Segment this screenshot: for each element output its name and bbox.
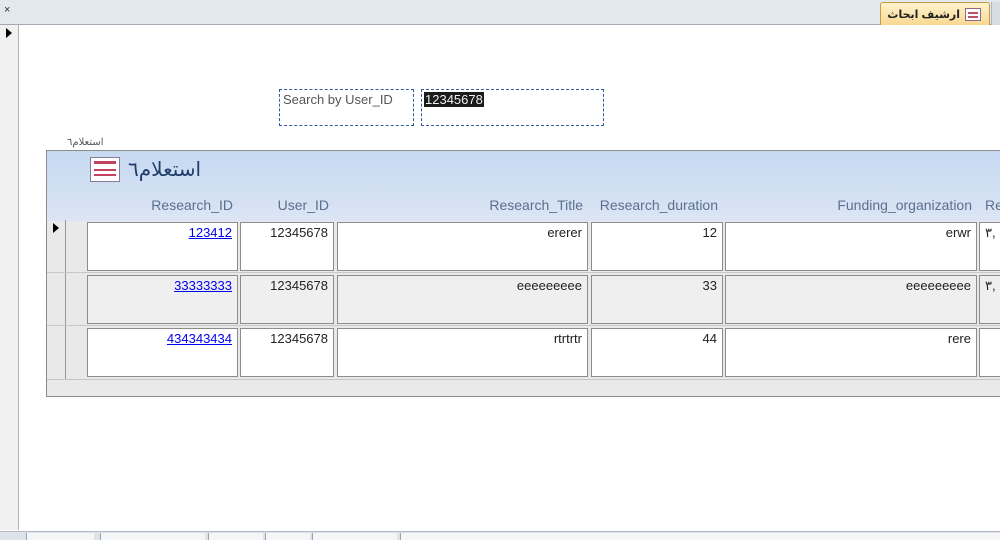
record-number-box[interactable] <box>26 533 94 540</box>
research-duration-cell[interactable]: 44 <box>591 328 723 377</box>
form-icon <box>965 7 981 21</box>
subform-title-text: استعلام٦ <box>128 159 202 181</box>
funding-organization-cell[interactable]: eeeeeeeee <box>725 275 977 324</box>
user-id-cell[interactable]: 12345678 <box>240 275 334 324</box>
user-id-cell[interactable]: 12345678 <box>240 222 334 271</box>
document-tab-label: ارشيف ابحاث <box>887 8 960 21</box>
funding-organization-cell[interactable]: erwr <box>725 222 977 271</box>
filter-indicator[interactable] <box>100 533 205 540</box>
table-row: 123412 12345678 ererer 12 erwr ٣, <box>47 220 1000 273</box>
column-header-funding-organization: Funding_organization <box>837 197 972 213</box>
next-column-cell[interactable]: ٣, <box>979 275 1000 324</box>
form-icon <box>90 157 120 182</box>
horizontal-scrollbar[interactable] <box>400 533 1000 540</box>
current-record-arrow-icon <box>6 28 12 38</box>
research-duration-cell[interactable]: 33 <box>591 275 723 324</box>
row-selector[interactable] <box>48 273 66 326</box>
research-id-cell[interactable]: 434343434 <box>87 328 238 377</box>
table-row: 434343434 12345678 rtrtrtr 44 rere <box>47 326 1000 379</box>
column-header-next: Re <box>985 197 1000 213</box>
column-header-research-id: Research_ID <box>151 197 233 213</box>
document-tab[interactable]: ارشيف ابحاث <box>880 2 990 25</box>
access-form-window: × ارشيف ابحاث Search by User_ID 12345678… <box>0 0 1000 540</box>
research-title-cell[interactable]: rtrtrtr <box>337 328 588 377</box>
form-record-selector[interactable] <box>0 25 19 530</box>
subform-horizontal-scrollbar[interactable] <box>47 379 1000 396</box>
research-id-cell[interactable]: 33333333 <box>87 275 238 324</box>
subform-caption: استعلام٦ <box>67 137 104 148</box>
subform-title: استعلام٦ <box>90 157 201 182</box>
next-column-cell[interactable] <box>979 328 1000 377</box>
close-tab-icon[interactable]: × <box>4 3 10 17</box>
tab-edge <box>991 2 1000 25</box>
research-title-cell[interactable]: eeeeeeeee <box>337 275 588 324</box>
row-selector[interactable] <box>48 220 66 273</box>
research-duration-cell[interactable]: 12 <box>591 222 723 271</box>
subform-header: استعلام٦ Research_ID User_ID Research_Ti… <box>47 151 1000 221</box>
search-box[interactable] <box>265 533 310 540</box>
nav-label <box>312 533 397 540</box>
column-header-research-duration: Research_duration <box>599 197 718 213</box>
row-selector[interactable] <box>48 326 66 379</box>
funding-organization-cell[interactable]: rere <box>725 328 977 377</box>
column-header-user-id: User_ID <box>277 197 329 213</box>
search-input-value: 12345678 <box>424 92 484 107</box>
research-subform: استعلام٦ Research_ID User_ID Research_Ti… <box>46 150 1000 397</box>
column-header-research-title: Research_Title <box>489 197 583 213</box>
research-title-cell[interactable]: ererer <box>337 222 588 271</box>
nav-buttons[interactable] <box>208 533 263 540</box>
search-user-id-input[interactable]: 12345678 <box>421 89 604 126</box>
table-row: 33333333 12345678 eeeeeeeee 33 eeeeeeeee… <box>47 273 1000 326</box>
next-column-cell[interactable]: ٣, <box>979 222 1000 271</box>
document-tab-strip: × ارشيف ابحاث <box>0 0 1000 25</box>
record-navigation-bar <box>0 531 1000 540</box>
research-id-cell[interactable]: 123412 <box>87 222 238 271</box>
search-label: Search by User_ID <box>279 89 414 126</box>
user-id-cell[interactable]: 12345678 <box>240 328 334 377</box>
